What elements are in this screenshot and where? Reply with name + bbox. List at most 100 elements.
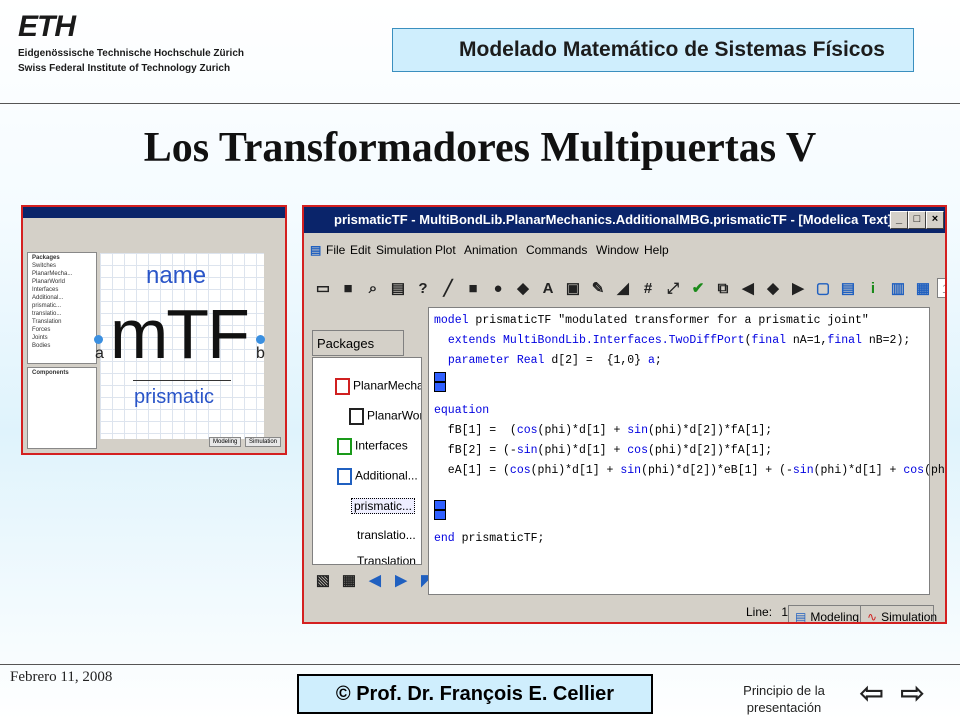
fill-color-icon[interactable]: ◢ bbox=[612, 277, 634, 299]
thumb-pkg-item: Interfaces bbox=[32, 287, 59, 293]
simulation-tab[interactable]: ∿ Simulation bbox=[860, 605, 937, 624]
package-icon bbox=[337, 468, 352, 485]
simulation-icon: ∿ bbox=[867, 610, 878, 624]
menu-animation[interactable]: Animation bbox=[464, 243, 517, 257]
info-icon[interactable]: i bbox=[862, 277, 884, 299]
code-line-3: parameter Real d[2] = {1,0} a; bbox=[447, 354, 662, 367]
maximize-button[interactable]: □ bbox=[908, 211, 926, 229]
text-tool-icon[interactable]: A bbox=[537, 277, 559, 299]
course-title: Modelado Matemático de Sistemas Físicos bbox=[459, 38, 885, 61]
menu-plot[interactable]: Plot bbox=[435, 243, 456, 257]
open-icon[interactable]: ▭ bbox=[312, 277, 334, 299]
package-icon bbox=[337, 438, 352, 455]
slide-title: Los Transformadores Multipuertas V bbox=[143, 125, 817, 171]
thumb-pkg-item: PlanarWorld bbox=[32, 279, 65, 285]
zoom-select[interactable]: 100% bbox=[937, 278, 945, 298]
close-button[interactable]: × bbox=[926, 211, 944, 229]
icon-layer-icon[interactable]: ▢ bbox=[812, 277, 834, 299]
grid-icon[interactable]: # bbox=[637, 277, 659, 299]
thumb-simulation-button: Simulation bbox=[245, 437, 282, 447]
text-layer-icon[interactable]: ▥ bbox=[887, 277, 909, 299]
prismatic-arrow bbox=[133, 380, 231, 381]
menu-commands[interactable]: Commands bbox=[526, 243, 587, 257]
line-status: Line: 1 bbox=[746, 605, 788, 619]
package-icon bbox=[335, 378, 350, 395]
package-tree: PlanarMecha... PlanarWorld Interfaces Ad… bbox=[312, 357, 422, 565]
menu-help[interactable]: Help bbox=[644, 243, 669, 257]
forward-icon[interactable]: ▶ bbox=[390, 569, 412, 591]
code-line-8: end prismaticTF; bbox=[434, 532, 545, 545]
tree-item-planarworld[interactable]: PlanarWorld bbox=[349, 408, 421, 425]
line-tool-icon[interactable]: ╱ bbox=[437, 277, 459, 299]
nav-forward-icon[interactable]: ⇨ bbox=[900, 676, 925, 711]
thumb-pkg-item: translatio... bbox=[32, 311, 62, 317]
check-icon[interactable]: ✔ bbox=[687, 277, 709, 299]
diagram-icon[interactable]: ⧉ bbox=[712, 277, 734, 299]
thumb-components-pane: Components bbox=[27, 367, 97, 449]
help-icon[interactable]: ? bbox=[412, 277, 434, 299]
thumb-pkg-item: Bodies bbox=[32, 343, 51, 349]
tree-label: PlanarWorld bbox=[367, 408, 421, 423]
modeling-tab[interactable]: ▤ Modeling bbox=[788, 605, 867, 624]
nav-start-link[interactable]: Principio de la presentación bbox=[729, 682, 839, 716]
thumb-pkg-item: Joints bbox=[32, 335, 48, 341]
components-icon[interactable]: ▦ bbox=[338, 569, 360, 591]
modeling-label: Modeling bbox=[810, 610, 860, 624]
menu-window[interactable]: Window bbox=[596, 243, 639, 257]
annotation-marker-icon[interactable] bbox=[434, 372, 446, 392]
thumb-modeling-button: Modeling bbox=[209, 437, 242, 447]
thumb-packages-pane: Packages Switches PlanarMecha... PlanarW… bbox=[27, 252, 97, 364]
diagram-layer-icon[interactable]: ▤ bbox=[837, 277, 859, 299]
editor-title-bar: prismaticTF - MultiBondLib.PlanarMechani… bbox=[304, 207, 945, 233]
polygon-tool-icon[interactable]: ◆ bbox=[512, 277, 534, 299]
tree-label: translatio... bbox=[357, 528, 416, 542]
menu-file[interactable]: File bbox=[326, 243, 345, 257]
tree-item-additional[interactable]: Additional... bbox=[337, 468, 418, 485]
menu-simulation[interactable]: Simulation bbox=[376, 243, 432, 257]
diamond-icon[interactable]: ◆ bbox=[762, 277, 784, 299]
minimize-button[interactable]: _ bbox=[890, 211, 908, 229]
icon-name-label: name bbox=[146, 262, 207, 289]
icon-block-label: mTF bbox=[110, 295, 250, 373]
print-icon[interactable]: ▤ bbox=[387, 277, 409, 299]
tree-label: Interfaces bbox=[355, 438, 408, 453]
back-icon[interactable]: ◀ bbox=[364, 569, 386, 591]
port-a-label: a bbox=[95, 345, 104, 362]
rectangle-tool-icon[interactable]: ■ bbox=[462, 277, 484, 299]
left-icon[interactable]: ◀ bbox=[737, 277, 759, 299]
port-b-dot bbox=[256, 335, 265, 344]
slide-date: Febrero 11, 2008 bbox=[10, 669, 113, 685]
thumb-pkg-item: Switches bbox=[32, 263, 57, 269]
save-icon[interactable]: ■ bbox=[337, 277, 359, 299]
right-icon[interactable]: ▶ bbox=[787, 277, 809, 299]
tree-label: Additional... bbox=[355, 468, 418, 483]
bitmap-tool-icon[interactable]: ▣ bbox=[562, 277, 584, 299]
find-icon[interactable]: ⌕ bbox=[362, 277, 384, 299]
menu-edit[interactable]: Edit bbox=[350, 243, 371, 257]
institute-name-en: Swiss Federal Institute of Technology Zu… bbox=[18, 63, 231, 74]
ellipse-tool-icon[interactable]: ● bbox=[487, 277, 509, 299]
packages-header: Packages bbox=[312, 330, 404, 356]
annotation-marker-icon[interactable] bbox=[434, 500, 446, 520]
thumb-packages-label: Packages bbox=[32, 255, 60, 261]
line-color-icon[interactable]: ✎ bbox=[587, 277, 609, 299]
nav-back-icon[interactable]: ⇦ bbox=[859, 676, 884, 711]
tree-toolbar: ▧ ▦ ◀ ▶ ◤ bbox=[312, 569, 438, 591]
tree-item-translation-tf[interactable]: translatio... bbox=[357, 528, 416, 542]
thumb-pkg-item: Additional... bbox=[32, 295, 64, 301]
docs-layer-icon[interactable]: ▦ bbox=[912, 277, 934, 299]
icon-prismatic-label: prismatic bbox=[134, 386, 215, 408]
tree-item-planarmechanics[interactable]: PlanarMecha... bbox=[335, 378, 421, 395]
header-divider bbox=[0, 103, 960, 104]
app-icon: ▤ bbox=[310, 243, 322, 257]
tree-view-icon[interactable]: ▧ bbox=[312, 569, 334, 591]
code-line-6: fB[2] = (-sin(phi)*d[1] + cos(phi)*d[2])… bbox=[434, 444, 773, 457]
tree-item-translation[interactable]: Translation bbox=[357, 554, 416, 564]
code-editor[interactable]: model prismaticTF "modulated transformer… bbox=[428, 307, 945, 595]
code-line-7: eA[1] = (cos(phi)*d[1] + sin(phi)*d[2])*… bbox=[434, 464, 945, 477]
thumb-components-label: Components bbox=[32, 370, 69, 376]
tree-label: PlanarMecha... bbox=[353, 378, 421, 393]
fit-icon[interactable]: ⤢ bbox=[662, 277, 684, 299]
tree-item-prismatic[interactable]: prismatic... bbox=[351, 498, 416, 514]
tree-item-interfaces[interactable]: Interfaces bbox=[337, 438, 408, 455]
